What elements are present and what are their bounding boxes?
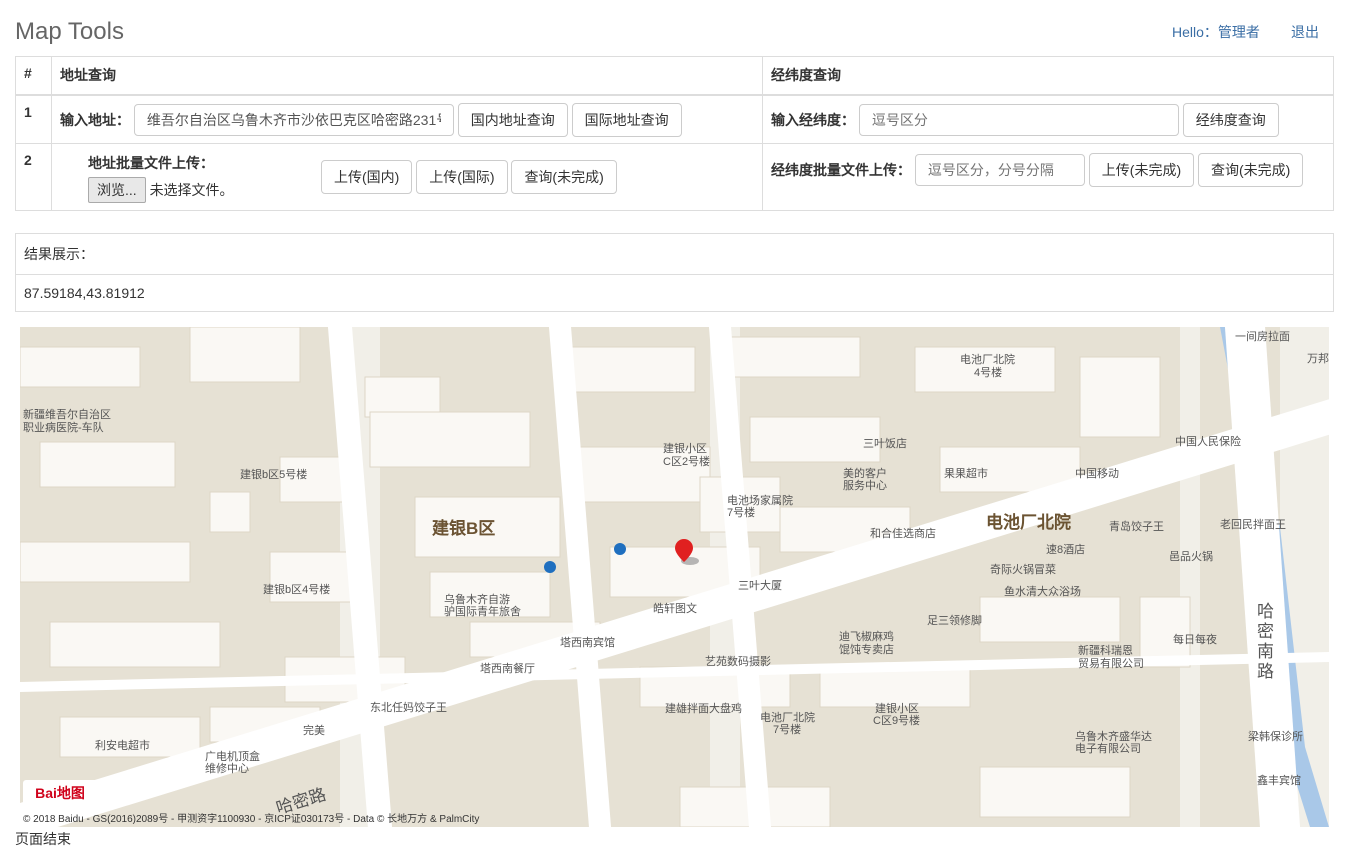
row-number: 1 — [15, 94, 52, 144]
map-label: 利安电超市 — [95, 740, 150, 752]
coord-batch-query-button[interactable]: 查询(未完成) — [1198, 153, 1304, 187]
map-label: C区2号楼 — [663, 456, 711, 468]
table-header-row: # 地址查询 经纬度查询 — [15, 56, 1334, 96]
row-number: 2 — [15, 143, 52, 211]
page-footer: 页面结束 — [15, 831, 71, 847]
batch-query-button[interactable]: 查询(未完成) — [511, 160, 617, 194]
map-label: 果果超市 — [944, 468, 988, 480]
map-copyright: © 2018 Baidu - GS(2016)2089号 - 甲测资字11009… — [23, 814, 480, 825]
map-label: 驴国际青年旅舍 — [444, 606, 521, 618]
map-label: 服务中心 — [843, 480, 887, 492]
map-label: 中国移动 — [1075, 468, 1119, 480]
map-label: 职业病医院-车队 — [23, 422, 104, 434]
map-label: 皓轩图文 — [653, 603, 697, 615]
map-view[interactable]: 一间房拉面 万邦儿 电池厂北院 4号楼 新疆维吾尔自治区 职业病医院-车队 三叶… — [20, 327, 1329, 827]
map-label: 三叶大厦 — [738, 580, 782, 592]
map-label: 塔西南餐厅 — [480, 663, 535, 675]
map-label: 和合佳选商店 — [870, 528, 936, 540]
result-value: 87.59184,43.81912 — [24, 285, 145, 301]
coord-upload-button[interactable]: 上传(未完成) — [1088, 153, 1195, 187]
map-label: 建银b区4号楼 — [263, 584, 331, 596]
map-label: 万邦儿 — [1307, 353, 1329, 365]
user-greeting: Hello：管理者 — [1172, 24, 1260, 40]
map-label: 建银B区 — [432, 519, 496, 538]
map-label: 建银b区5号楼 — [240, 469, 308, 481]
map-label: 电池厂北院 — [986, 513, 1071, 532]
logout-link[interactable]: 退出 — [1291, 22, 1319, 42]
map-label: 维修中心 — [205, 763, 249, 775]
header-coord-query: 经纬度查询 — [762, 56, 1334, 96]
map-label: 老回民拌面王 — [1220, 519, 1286, 531]
upload-label: 地址批量文件上传： — [88, 155, 214, 171]
tools-table: # 地址查询 经纬度查询 1 输入地址： 国内地址查询 国际地址查询 输入经纬度… — [15, 56, 1334, 211]
map-label: 电子有限公司 — [1075, 743, 1141, 755]
map-label: 塔西南宾馆 — [560, 637, 615, 649]
map-label: 一间房拉面 — [1235, 331, 1290, 343]
no-file-text: 未选择文件。 — [149, 182, 234, 198]
map-label: 鑫丰宾馆 — [1257, 775, 1301, 787]
map-label: C区9号楼 — [873, 715, 921, 727]
map-label: 邑品火锅 — [1169, 551, 1213, 563]
coord-label: 输入经纬度： — [771, 112, 855, 128]
map-label: 梁韩保诊所 — [1248, 731, 1303, 743]
map-label: 贸易有限公司 — [1078, 658, 1144, 670]
map-label: 奇际火锅冒菜 — [990, 564, 1056, 576]
map-label: 中国人民保险 — [1175, 436, 1241, 448]
coord-input[interactable] — [858, 104, 1179, 136]
map-label: 足三领修脚 — [927, 615, 982, 627]
map-label: 4号楼 — [974, 367, 1003, 379]
baidu-logo: Bai地图 — [23, 780, 97, 806]
page-title: Map Tools — [15, 18, 124, 45]
address-label: 输入地址： — [60, 112, 130, 128]
upload-intl-button[interactable]: 上传(国际) — [416, 160, 508, 194]
upload-domestic-button[interactable]: 上传(国内) — [321, 160, 413, 194]
map-label: 鱼水清大众浴场 — [1004, 586, 1081, 598]
map-label: 建雄拌面大盘鸡 — [665, 703, 742, 715]
result-panel: 结果展示： 87.59184,43.81912 — [15, 233, 1334, 312]
map-label: 7号楼 — [773, 724, 802, 736]
map-label: 完美 — [303, 725, 325, 737]
domestic-address-query-button[interactable]: 国内地址查询 — [457, 103, 568, 137]
coord-batch-input[interactable] — [914, 154, 1085, 186]
map-label: 三叶饭店 — [863, 438, 907, 450]
map-label: 馄饨专卖店 — [839, 644, 894, 656]
map-label: 青岛饺子王 — [1109, 521, 1164, 533]
map-label: 哈密南路 — [1257, 602, 1274, 681]
intl-address-query-button[interactable]: 国际地址查询 — [571, 103, 682, 137]
result-label: 结果展示： — [16, 234, 1333, 275]
table-row: 2 地址批量文件上传： 浏览... 未选择文件。 上传(国内) 上传(国际) 查… — [15, 143, 1334, 211]
map-label: 7号楼 — [727, 507, 756, 519]
map-label: 每日每夜 — [1173, 634, 1217, 646]
browse-button[interactable]: 浏览... — [88, 177, 146, 203]
header-hash: # — [15, 56, 52, 96]
map-label: 东北任妈饺子王 — [370, 702, 447, 714]
table-row: 1 输入地址： 国内地址查询 国际地址查询 输入经纬度： 经纬度查询 — [15, 94, 1334, 144]
address-input[interactable] — [133, 104, 454, 136]
header-address-query: 地址查询 — [51, 56, 763, 96]
coord-upload-label: 经纬度批量文件上传： — [771, 162, 911, 178]
coord-query-button[interactable]: 经纬度查询 — [1182, 103, 1279, 137]
map-label: 艺苑数码摄影 — [705, 656, 771, 668]
map-label: 速8酒店 — [1046, 544, 1086, 556]
